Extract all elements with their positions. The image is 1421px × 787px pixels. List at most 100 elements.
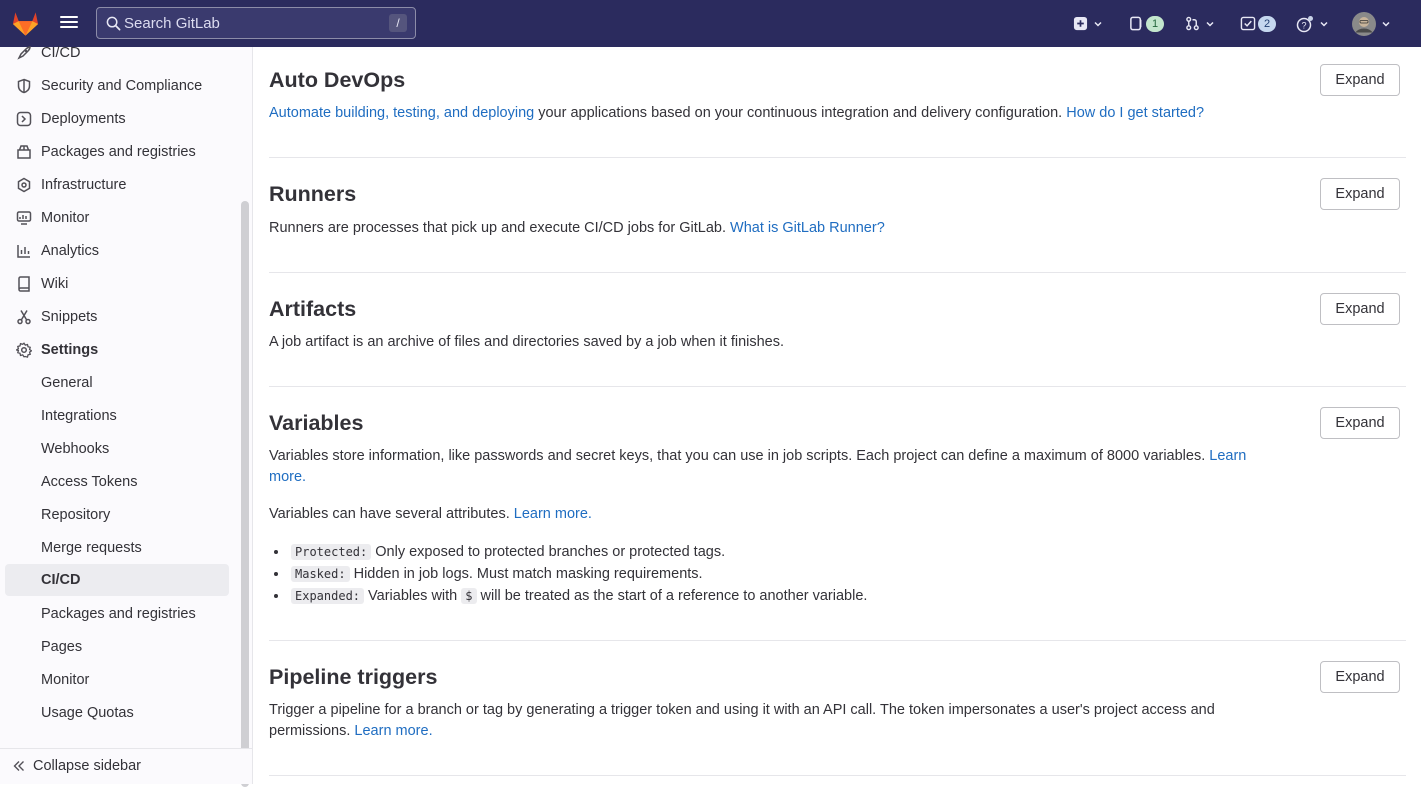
- sidebar-item-cicd[interactable]: CI/CD: [5, 38, 229, 68]
- sidebar-item-label: Infrastructure: [41, 177, 127, 193]
- sidebar-subitem-label: Monitor: [41, 672, 90, 688]
- issues-icon: [1130, 16, 1142, 31]
- section-title: Runners: [269, 182, 357, 206]
- search-box[interactable]: /: [96, 7, 416, 39]
- todos-count-badge: 2: [1258, 15, 1277, 32]
- section-variables: Variables Expand Variables store informa…: [269, 387, 1406, 641]
- dollar-code: $: [461, 588, 477, 604]
- sidebar-item-label: Snippets: [41, 309, 98, 325]
- attributes-description: Variables can have several attributes. L…: [269, 504, 1279, 525]
- sidebar-item-label: CI/CD: [41, 45, 81, 61]
- sidebar-item-monitor[interactable]: Monitor: [5, 203, 229, 233]
- expand-button[interactable]: Expand: [1320, 407, 1400, 439]
- sidebar-item-security[interactable]: Security and Compliance: [5, 71, 229, 101]
- settings-sub-usage-quotas[interactable]: Usage Quotas: [5, 698, 229, 728]
- sidebar-item-wiki[interactable]: Wiki: [5, 269, 229, 299]
- chevron-down-icon: [1094, 21, 1102, 27]
- sidebar-subitem-label: Packages and registries: [41, 606, 196, 622]
- user-menu-button[interactable]: [1352, 0, 1391, 47]
- shield-icon: [17, 78, 31, 94]
- gear-icon: [16, 342, 32, 358]
- chart-icon: [17, 245, 30, 258]
- section-title: Pipeline triggers: [269, 665, 438, 689]
- search-input[interactable]: [124, 10, 379, 36]
- settings-sub-cicd[interactable]: CI/CD: [5, 564, 229, 596]
- masked-code: Masked:: [291, 566, 350, 582]
- sidebar-subitem-label: CI/CD: [41, 572, 81, 588]
- sidebar-subitem-label: Usage Quotas: [41, 705, 134, 721]
- list-item: Expanded: Variables with $ will be treat…: [289, 585, 867, 607]
- chevron-down-icon: [1320, 21, 1328, 27]
- cloud-gear-icon: [17, 177, 31, 193]
- auto-devops-link[interactable]: Automate building, testing, and deployin…: [269, 105, 534, 121]
- pipeline-triggers-learn-more-link[interactable]: Learn more.: [354, 723, 432, 739]
- description-text: Variables store information, like passwo…: [269, 448, 1210, 464]
- section-auto-devops: Auto DevOps Expand Automate building, te…: [269, 47, 1406, 158]
- settings-sub-general[interactable]: General: [5, 368, 229, 398]
- settings-sub-pages[interactable]: Pages: [5, 632, 229, 662]
- avatar: [1352, 11, 1376, 36]
- sidebar-item-snippets[interactable]: Snippets: [5, 302, 229, 332]
- settings-sub-webhooks[interactable]: Webhooks: [5, 434, 229, 464]
- issues-button[interactable]: 1: [1129, 0, 1165, 47]
- todo-check-icon: [1240, 16, 1256, 31]
- description-text: your applications based on your continuo…: [534, 105, 1067, 121]
- get-started-link[interactable]: How do I get started?: [1066, 105, 1204, 121]
- section-pipeline-triggers: Pipeline triggers Expand Trigger a pipel…: [269, 641, 1406, 776]
- merge-requests-button[interactable]: [1185, 0, 1215, 47]
- issues-count-badge: 1: [1146, 15, 1165, 32]
- sidebar-item-label: Monitor: [41, 210, 90, 226]
- protected-code: Protected:: [291, 544, 372, 560]
- sidebar-scrollbar[interactable]: [241, 201, 249, 787]
- collapse-sidebar-label: Collapse sidebar: [33, 758, 142, 774]
- book-icon: [18, 276, 30, 292]
- sidebar-item-packages[interactable]: Packages and registries: [5, 137, 229, 167]
- gitlab-logo-icon[interactable]: [11, 9, 40, 37]
- sidebar-item-label: Settings: [41, 342, 99, 358]
- expand-button[interactable]: Expand: [1320, 64, 1400, 96]
- attributes-learn-more-link[interactable]: Learn more.: [514, 506, 592, 522]
- search-shortcut-badge: /: [389, 14, 407, 32]
- section-title: Auto DevOps: [269, 68, 406, 92]
- list-item-text: will be treated as the start of a refere…: [476, 588, 868, 604]
- section-runners: Runners Expand Runners are processes tha…: [269, 158, 1406, 273]
- section-description: Automate building, testing, and deployin…: [269, 103, 1279, 124]
- list-item: Masked: Hidden in job logs. Must match m…: [289, 563, 867, 585]
- expand-button[interactable]: Expand: [1320, 661, 1400, 693]
- section-description: Variables store information, like passwo…: [269, 446, 1279, 488]
- sidebar-item-deployments[interactable]: Deployments: [5, 104, 229, 134]
- sidebar-subitem-label: Integrations: [41, 408, 117, 424]
- list-item-text: Hidden in job logs. Must match masking r…: [349, 566, 703, 582]
- sidebar-item-infrastructure[interactable]: Infrastructure: [5, 170, 229, 200]
- sidebar-subitem-label: Repository: [41, 507, 111, 523]
- expand-button[interactable]: Expand: [1320, 293, 1400, 325]
- create-new-button[interactable]: [1073, 0, 1103, 47]
- sidebar-subitem-label: Access Tokens: [41, 474, 138, 490]
- settings-sub-merge-requests[interactable]: Merge requests: [5, 533, 229, 563]
- settings-sub-monitor[interactable]: Monitor: [5, 665, 229, 695]
- double-chevron-left-icon: [13, 761, 24, 771]
- sidebar-subitem-label: General: [41, 375, 93, 391]
- collapse-sidebar-button[interactable]: Collapse sidebar: [0, 748, 252, 784]
- settings-sub-repository[interactable]: Repository: [5, 500, 229, 530]
- deployments-icon: [16, 111, 32, 127]
- settings-sub-access-tokens[interactable]: Access Tokens: [5, 467, 229, 497]
- settings-sub-integrations[interactable]: Integrations: [5, 401, 229, 431]
- sidebar-item-analytics[interactable]: Analytics: [5, 236, 229, 266]
- monitor-icon: [16, 211, 32, 225]
- gitlab-runner-link[interactable]: What is GitLab Runner?: [730, 220, 885, 236]
- section-description: Trigger a pipeline for a branch or tag b…: [269, 700, 1279, 742]
- sidebar-item-settings[interactable]: Settings: [5, 335, 229, 365]
- sidebar-subitem-label: Merge requests: [41, 540, 142, 556]
- expanded-code: Expanded:: [291, 588, 365, 604]
- description-text: Variables can have several attributes.: [269, 506, 514, 522]
- main-menu-button[interactable]: [58, 13, 80, 33]
- todos-button[interactable]: 2: [1240, 0, 1277, 47]
- sidebar-item-label: Security and Compliance: [41, 78, 203, 94]
- sidebar-item-label: Deployments: [41, 111, 126, 127]
- settings-sub-packages[interactable]: Packages and registries: [5, 599, 229, 629]
- help-button[interactable]: ?: [1296, 0, 1329, 47]
- sidebar-item-label: Packages and registries: [41, 144, 196, 160]
- expand-button[interactable]: Expand: [1320, 178, 1400, 210]
- section-artifacts: Artifacts Expand A job artifact is an ar…: [269, 273, 1406, 387]
